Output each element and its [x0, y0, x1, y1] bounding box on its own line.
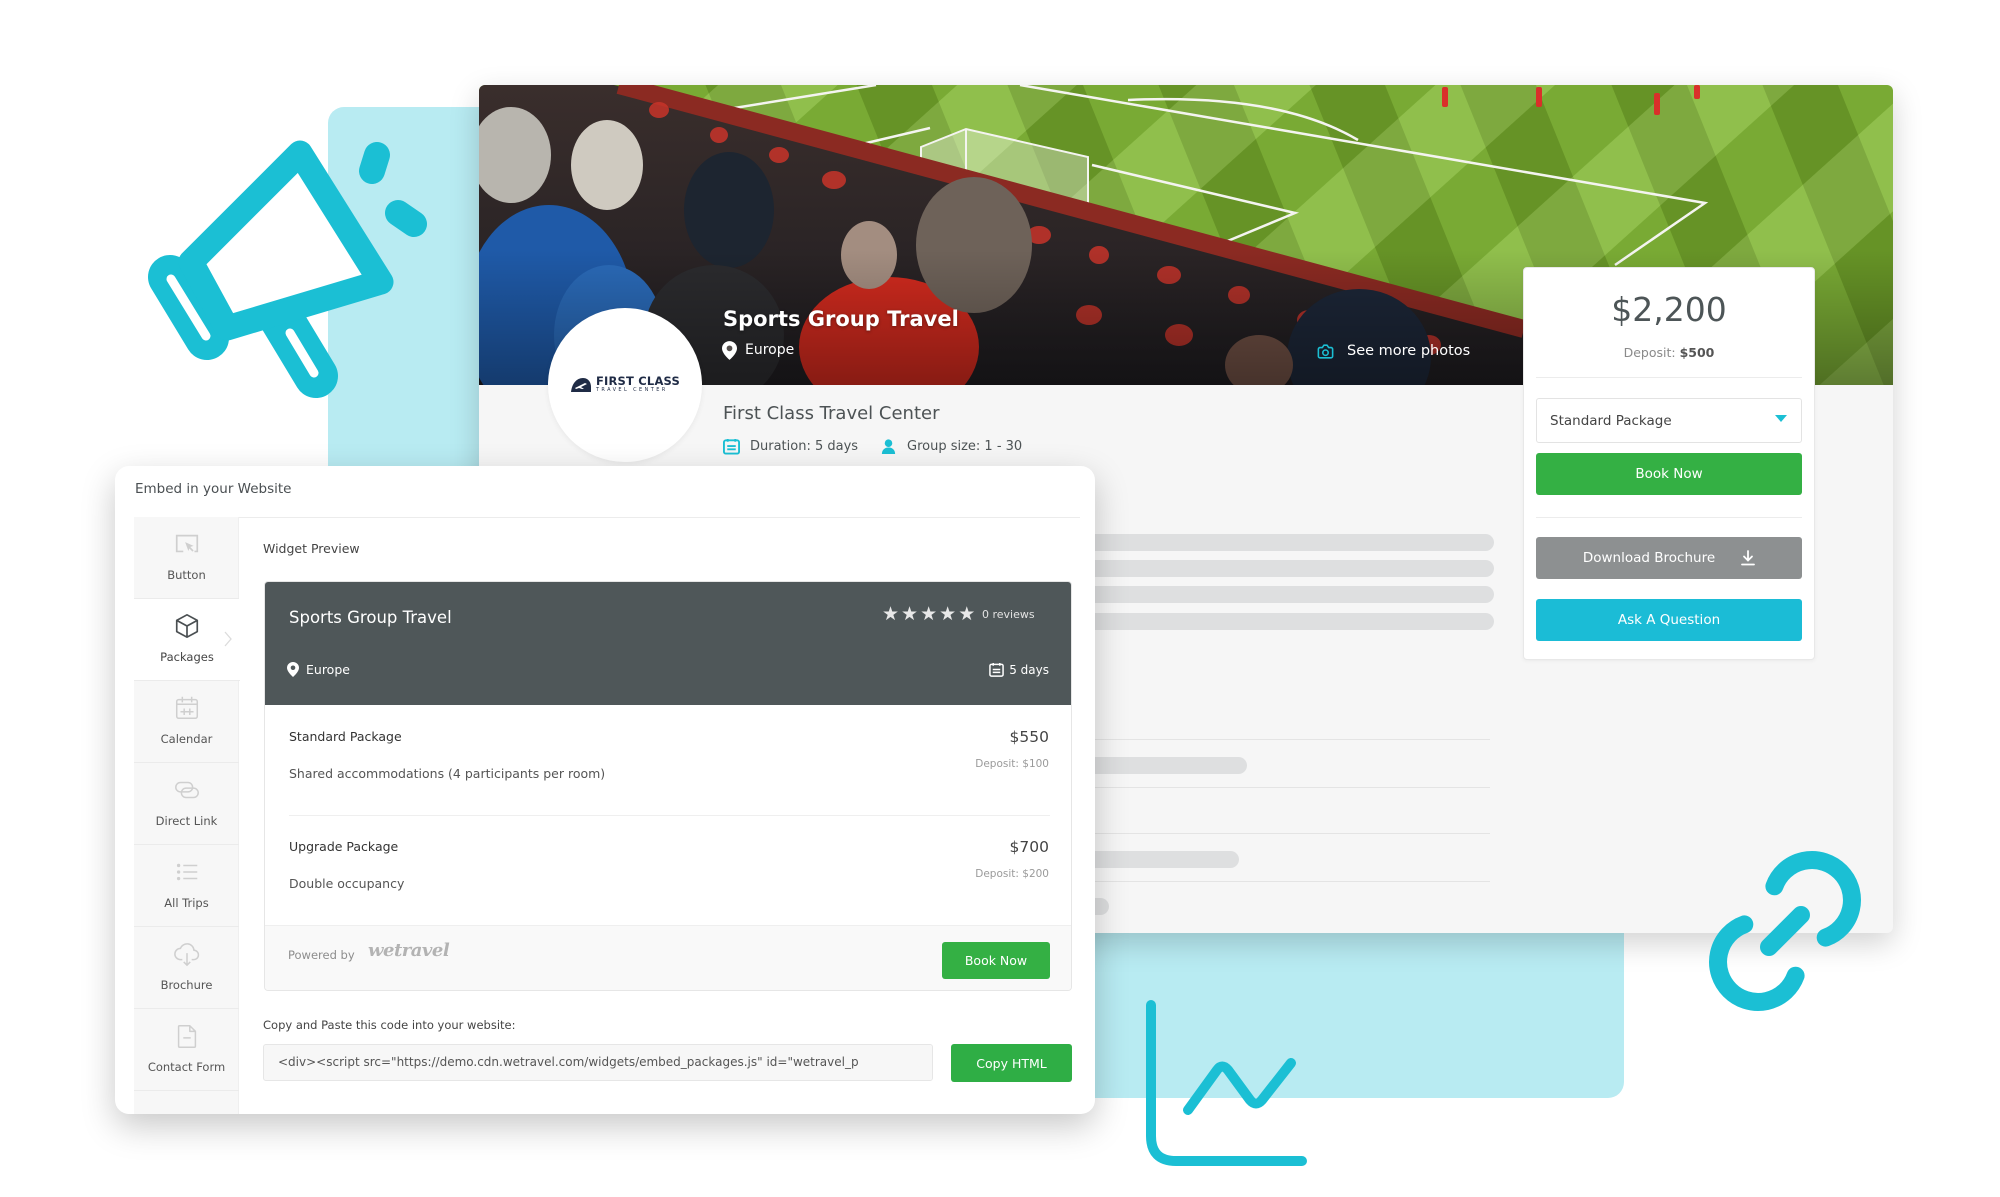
sidebar-item-label: Packages — [160, 650, 214, 664]
first-class-logo-icon — [570, 377, 591, 392]
sidebar-item-button[interactable]: Button — [134, 517, 239, 599]
sidebar-item-direct-link[interactable]: Direct Link — [134, 763, 239, 845]
logo-line-2: TRAVEL CENTER — [595, 386, 668, 393]
book-now-button[interactable]: Book Now — [1536, 453, 1802, 495]
divider — [1536, 517, 1802, 518]
sidebar-item-label: Brochure — [160, 978, 213, 992]
sidebar-item-contact-form[interactable]: Contact Form — [134, 1009, 239, 1091]
logo-line-1: FIRST CLASS — [595, 373, 681, 388]
sidebar-item-label: All Trips — [164, 896, 209, 910]
widget-location: Europe — [287, 662, 350, 677]
widget-duration: 5 days — [989, 662, 1049, 677]
organizer-name: First Class Travel Center — [723, 403, 940, 424]
package-name: Standard Package — [289, 729, 402, 744]
embed-panel-title: Embed in your Website — [135, 481, 292, 497]
package-description: Shared accommodations (4 participants pe… — [289, 766, 606, 781]
trip-duration: Duration: 5 days — [723, 436, 858, 456]
booking-card: $2,200 Deposit: $500 Standard Package Bo… — [1523, 267, 1815, 660]
hero-location-label: Europe — [745, 342, 795, 358]
star-icon: ★ — [939, 603, 957, 625]
cursor-button-icon — [175, 534, 199, 553]
package-select-value: Standard Package — [1550, 412, 1672, 429]
widget-location-label: Europe — [306, 662, 350, 677]
widget-footer: Powered by wetravel Book Now — [265, 925, 1071, 990]
see-more-photos-label: See more photos — [1347, 343, 1471, 359]
group-size-label: Group size: 1 - 30 — [907, 438, 1023, 454]
sidebar-item-label: Contact Form — [147, 1060, 226, 1074]
package-name: Upgrade Package — [289, 839, 399, 854]
widget-preview-label: Widget Preview — [263, 541, 360, 556]
location-pin-icon — [287, 662, 299, 677]
powered-by-label: Powered by — [288, 948, 355, 962]
ask-question-button[interactable]: Ask A Question — [1536, 599, 1802, 641]
package-deposit: Deposit: $200 — [975, 868, 1049, 880]
package-widget-preview: Sports Group Travel ★ ★ ★ ★ ★ 0 reviews Euro… — [264, 581, 1072, 991]
widget-book-now-button[interactable]: Book Now — [942, 942, 1050, 979]
location-pin-icon — [722, 340, 737, 360]
divider — [1536, 377, 1802, 378]
camera-icon — [1317, 343, 1334, 359]
hero-trip-title: Sports Group Travel — [723, 307, 959, 331]
sidebar-item-label: Calendar — [160, 732, 213, 746]
widget-header: Sports Group Travel ★ ★ ★ ★ ★ 0 reviews Euro… — [265, 582, 1071, 705]
chevron-right-icon — [224, 631, 232, 647]
embed-panel: Embed in your Website Button Packages Ca… — [115, 466, 1095, 1114]
duration-label: Duration: 5 days — [750, 438, 859, 454]
star-icon: ★ — [882, 603, 900, 625]
list-icon — [176, 863, 198, 881]
package-divider — [289, 815, 1050, 816]
package-description: Double occupancy — [289, 876, 405, 891]
calendar-icon — [723, 438, 740, 455]
person-icon — [881, 438, 896, 454]
reviews-count[interactable]: 0 reviews — [982, 608, 1035, 621]
copy-code-label: Copy and Paste this code into your websi… — [263, 1018, 516, 1032]
package-deposit: Deposit: $100 — [975, 758, 1049, 770]
calendar-grid-icon — [175, 696, 199, 720]
embed-code-input[interactable]: <div><script src="https://demo.cdn.wetra… — [263, 1044, 933, 1081]
copy-html-button[interactable]: Copy HTML — [951, 1044, 1072, 1082]
widget-trip-title: Sports Group Travel — [289, 608, 452, 627]
organizer-logo: FIRST CLASS TRAVEL CENTER — [548, 308, 702, 462]
sidebar-item-calendar[interactable]: Calendar — [134, 681, 239, 763]
rating-stars: ★ ★ ★ ★ ★ — [882, 604, 975, 624]
deposit-label: Deposit: — [1623, 345, 1680, 360]
star-icon: ★ — [901, 603, 919, 625]
download-brochure-button[interactable]: Download Brochure — [1536, 537, 1802, 579]
sidebar-item-brochure[interactable]: Brochure — [134, 927, 239, 1009]
sidebar-item-packages[interactable]: Packages — [134, 599, 240, 681]
group-size: Group size: 1 - 30 — [880, 436, 1022, 456]
trip-price: $2,200 — [1611, 290, 1727, 329]
chain-link-icon — [175, 781, 199, 799]
cube-icon — [175, 613, 199, 639]
package-select[interactable]: Standard Package — [1536, 398, 1802, 443]
package-price: $700 — [1009, 838, 1049, 856]
caret-down-icon — [1775, 415, 1787, 422]
widget-duration-label: 5 days — [1009, 662, 1049, 677]
download-icon — [1741, 550, 1756, 566]
star-icon: ★ — [920, 603, 938, 625]
embed-type-sidebar: Button Packages Calendar Direct Link All… — [134, 517, 240, 1114]
deposit-value: $500 — [1679, 345, 1715, 360]
see-more-photos-link[interactable]: See more photos — [1316, 340, 1470, 362]
cloud-download-icon — [174, 943, 200, 967]
deposit-info: Deposit: $500 — [1524, 345, 1814, 360]
sidebar-item-label: Button — [167, 568, 206, 582]
calendar-icon — [989, 662, 1005, 677]
package-price: $550 — [1009, 728, 1049, 746]
sidebar-item-label: Direct Link — [155, 814, 218, 828]
wetravel-logo: wetravel — [368, 940, 450, 961]
hero-location: Europe — [722, 340, 794, 360]
star-icon: ★ — [958, 603, 976, 625]
sidebar-item-all-trips[interactable]: All Trips — [134, 845, 239, 927]
download-brochure-label: Download Brochure — [1582, 550, 1716, 566]
document-icon — [177, 1024, 197, 1048]
